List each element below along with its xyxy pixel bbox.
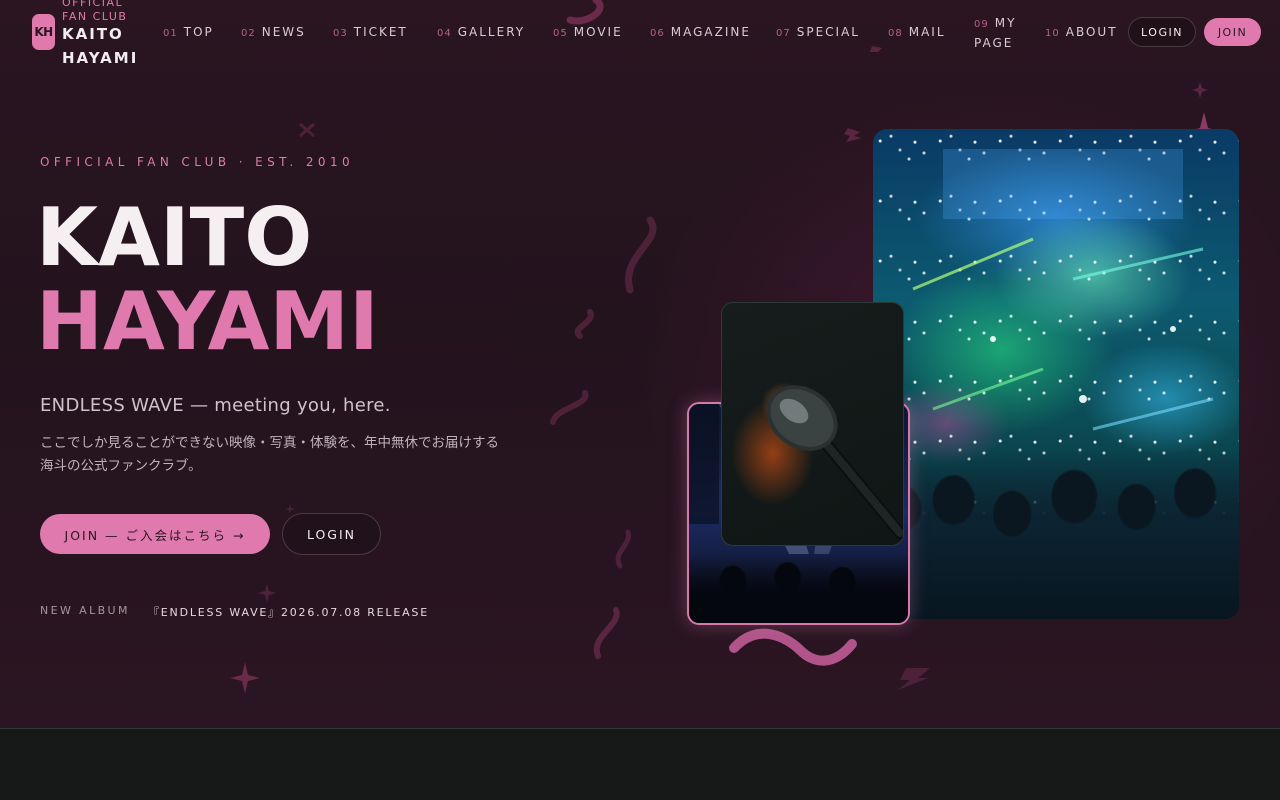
cross-deco	[299, 122, 315, 138]
crowd-silhouette	[873, 449, 1239, 619]
lightning-bolt-icon	[844, 128, 862, 142]
lightning-bolt-icon	[898, 668, 930, 690]
hero-section: KH OFFICIAL FAN CLUB KAITO HAYAMI 01 TOP …	[0, 0, 1280, 728]
login-cta-button[interactable]: LOGIN	[282, 513, 381, 555]
nav-item-label: GALLERY	[457, 25, 526, 39]
nav-item-movie[interactable]: 05 MOVIE	[553, 23, 623, 43]
nav-item-label: MAIL	[908, 25, 946, 39]
hero-tagline: ENDLESS WAVE — meeting you, here.	[40, 395, 391, 416]
lightning-bolt-icon	[870, 46, 882, 52]
hero-title-first-name: KAITO	[36, 191, 313, 284]
squiggle-deco	[615, 529, 631, 569]
squiggle-deco	[566, 0, 604, 25]
crowd-silhouette	[689, 553, 908, 623]
nav-item-number: 02	[241, 28, 256, 39]
microphone-photo	[721, 302, 904, 546]
nav-item-number: 06	[650, 28, 665, 39]
nav-item-number: 08	[888, 28, 903, 39]
sparkle-icon	[1192, 82, 1208, 98]
new-album-label: NEW ALBUM	[40, 604, 130, 617]
sparkle-icon	[285, 504, 295, 514]
sparkle-icon	[258, 584, 276, 602]
nav-item-number: 09	[974, 19, 989, 30]
nav-item-number: 10	[1045, 28, 1060, 39]
nav-item-mail[interactable]: 08 MAIL	[888, 23, 946, 43]
nav-item-ticket[interactable]: 03 TICKET	[333, 23, 408, 43]
logo-badge[interactable]: KH	[32, 14, 55, 50]
next-section	[0, 729, 1280, 800]
nav-item-label: SPECIAL	[796, 25, 860, 39]
nav-item-about[interactable]: 10 ABOUT	[1045, 23, 1118, 43]
nav-item-number: 04	[437, 28, 452, 39]
nav-item-gallery[interactable]: 04 GALLERY	[437, 23, 525, 43]
squiggle-deco	[574, 309, 594, 339]
microphone-icon	[766, 385, 903, 539]
nav-item-my-page[interactable]: 09 MY PAGE	[974, 14, 1034, 52]
wave-icon	[729, 628, 857, 666]
squiggle-deco	[625, 216, 657, 294]
nav-item-label: MOVIE	[573, 25, 623, 39]
new-album-release: 『ENDLESS WAVE』2026.07.08 RELEASE	[148, 606, 429, 619]
header-login-button[interactable]: LOGIN	[1128, 17, 1196, 47]
join-cta-button[interactable]: JOIN — ご入会はこちら →	[40, 514, 270, 554]
nav-item-label: ABOUT	[1065, 25, 1118, 39]
logo-name[interactable]: KAITO HAYAMI	[62, 22, 152, 70]
nav-item-top[interactable]: 01 TOP	[163, 23, 214, 43]
nav-item-label: TOP	[183, 25, 214, 39]
nav-item-number: 07	[776, 28, 791, 39]
squiggle-deco	[593, 607, 620, 659]
logo-subtitle: OFFICIAL FAN CLUB	[62, 0, 128, 23]
nav-item-number: 01	[163, 28, 178, 39]
hero-title-last-name: HAYAMI	[36, 275, 379, 368]
concert-crowd-photo	[873, 129, 1239, 619]
sparkle-icon	[230, 662, 260, 694]
squiggle-deco	[550, 390, 589, 425]
header-join-button[interactable]: JOIN	[1204, 18, 1261, 46]
nav-item-special[interactable]: 07 SPECIAL	[776, 23, 860, 43]
nav-item-magazine[interactable]: 06 MAGAZINE	[650, 23, 751, 43]
nav-item-label: TICKET	[353, 25, 408, 39]
nav-item-label: NEWS	[261, 25, 306, 39]
nav-item-label: MAGAZINE	[670, 25, 751, 39]
nav-item-news[interactable]: 02 NEWS	[241, 23, 306, 43]
hero-description: ここでしか見ることができない映像・写真・体験を、年中無休でお届けする海斗の公式フ…	[40, 435, 499, 474]
nav-item-number: 03	[333, 28, 348, 39]
hero-eyebrow: OFFICIAL FAN CLUB · EST. 2010	[40, 155, 355, 169]
nav-item-number: 05	[553, 28, 568, 39]
